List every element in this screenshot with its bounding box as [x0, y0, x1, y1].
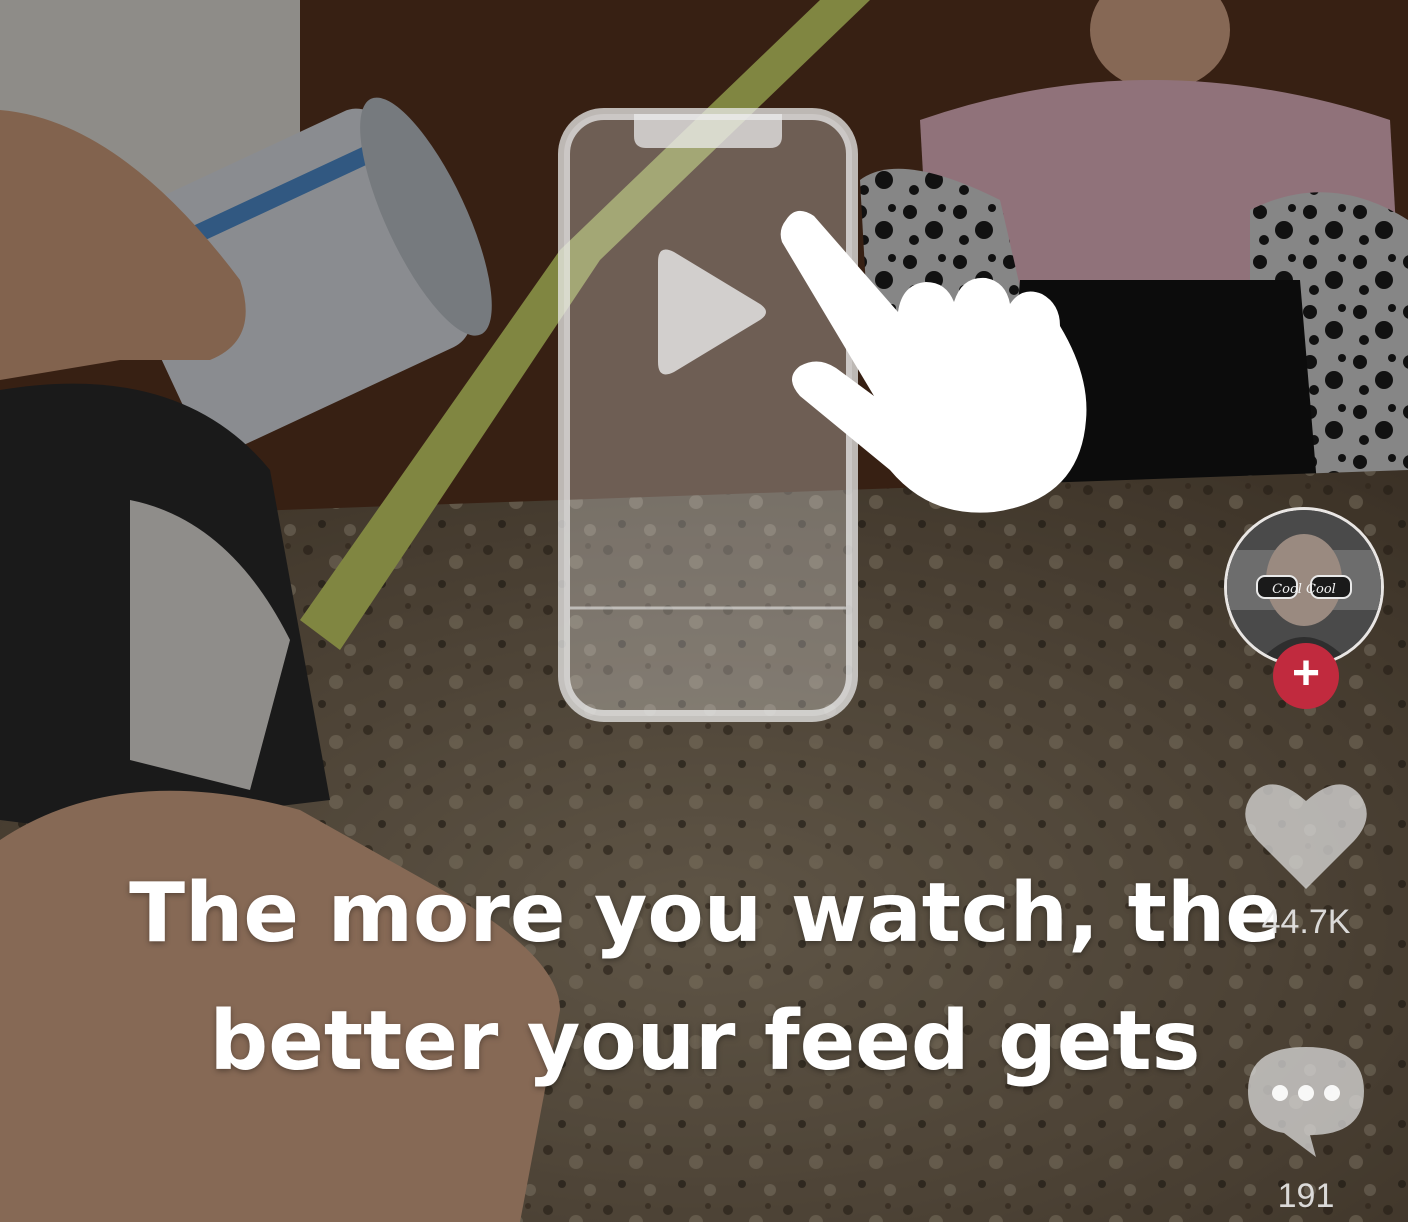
follow-button[interactable]: +: [1273, 643, 1339, 709]
avatar-glasses-text: Cool Cool: [1272, 582, 1336, 597]
comment-bubble-icon[interactable]: [1244, 1043, 1368, 1161]
onboarding-message: The more you watch, the better your feed…: [60, 850, 1350, 1106]
heart-icon[interactable]: [1242, 777, 1370, 895]
like-count: 44.7K: [1261, 903, 1351, 941]
onboarding-message-line-1: The more you watch, the: [129, 866, 1281, 961]
onboarding-message-line-2: better your feed gets: [209, 993, 1201, 1089]
avatar-photo: Cool Cool: [1227, 510, 1381, 664]
action-rail: Cool Cool + 44.7K 191: [1222, 505, 1398, 1222]
pointing-hand-icon: [780, 210, 1087, 513]
comment-count: 191: [1277, 1177, 1335, 1215]
video-player[interactable]: The more you watch, the better your feed…: [0, 0, 1408, 1222]
